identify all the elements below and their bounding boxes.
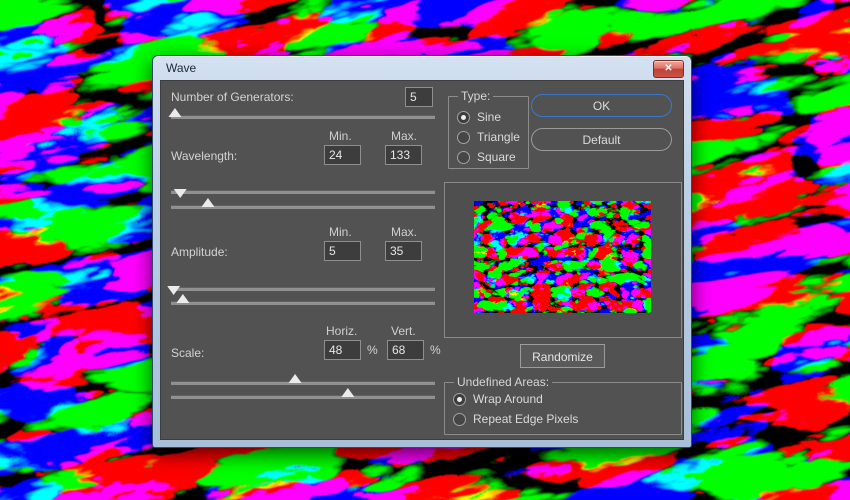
amplitude-min-header: Min.: [329, 225, 352, 239]
amplitude-label: Amplitude:: [171, 245, 228, 259]
scale-horiz-header: Horiz.: [326, 324, 357, 338]
scale-vert-header: Vert.: [391, 324, 416, 338]
scale-label: Scale:: [171, 346, 204, 360]
preview-panel: [444, 182, 682, 338]
undefined-option-repeat-edge[interactable]: Repeat Edge Pixels: [453, 412, 673, 426]
wavelength-min-input[interactable]: [324, 145, 361, 165]
type-group-legend: Type:: [458, 89, 493, 103]
generators-slider-track[interactable]: [171, 115, 435, 119]
scale-horiz-unit: %: [367, 343, 378, 357]
repeat-edge-radio-label: Repeat Edge Pixels: [473, 412, 578, 426]
triangle-radio-button[interactable]: [457, 131, 470, 144]
scale-vert-input[interactable]: [387, 340, 424, 360]
close-icon: ✕: [664, 63, 672, 74]
wave-dialog: Wave ✕ Number of Generators: Min. Max. W…: [152, 55, 692, 448]
scale-vert-slider-track[interactable]: [171, 395, 435, 399]
type-option-square[interactable]: Square: [457, 150, 520, 164]
generators-input[interactable]: [405, 87, 433, 107]
wrap-around-radio-label: Wrap Around: [473, 392, 543, 406]
amplitude-max-input[interactable]: [385, 241, 422, 261]
wavelength-min-slider: [171, 185, 435, 198]
wavelength-min-header: Min.: [329, 129, 352, 143]
amplitude-min-slider: [171, 282, 435, 295]
type-option-sine[interactable]: Sine: [457, 110, 520, 124]
preview-image: [474, 201, 651, 313]
titlebar[interactable]: Wave ✕: [153, 56, 691, 80]
generators-slider: [171, 110, 435, 123]
wavelength-max-slider: [171, 200, 435, 213]
scale-vert-unit: %: [430, 343, 441, 357]
wavelength-label: Wavelength:: [171, 149, 237, 163]
sine-radio-button[interactable]: [457, 111, 470, 124]
wavelength-max-header: Max.: [391, 129, 417, 143]
amplitude-max-slider: [171, 296, 435, 309]
close-button[interactable]: ✕: [653, 60, 684, 78]
amplitude-max-slider-thumb[interactable]: [176, 294, 189, 303]
amplitude-min-slider-track[interactable]: [171, 287, 435, 291]
square-radio-button[interactable]: [457, 151, 470, 164]
scale-vert-slider-thumb[interactable]: [341, 388, 354, 397]
type-group: Type: Sine Triangle Square: [448, 89, 529, 169]
sine-radio-label: Sine: [477, 110, 501, 124]
ok-button[interactable]: OK: [531, 94, 672, 117]
dialog-content: Number of Generators: Min. Max. Waveleng…: [160, 80, 684, 440]
scale-horiz-slider: [171, 376, 435, 389]
randomize-button[interactable]: Randomize: [520, 344, 605, 368]
scale-horiz-slider-track[interactable]: [171, 381, 435, 385]
amplitude-max-slider-track[interactable]: [171, 301, 435, 305]
generators-label: Number of Generators:: [171, 90, 294, 104]
scale-horiz-slider-thumb[interactable]: [289, 374, 302, 383]
preview-artwork: [474, 201, 651, 313]
triangle-radio-label: Triangle: [477, 130, 520, 144]
scale-horiz-input[interactable]: [324, 340, 361, 360]
wavelength-max-input[interactable]: [385, 145, 422, 165]
generators-slider-thumb[interactable]: [168, 108, 181, 117]
default-button[interactable]: Default: [531, 128, 672, 151]
scale-vert-slider: [171, 390, 435, 403]
window-title: Wave: [166, 61, 196, 75]
type-option-triangle[interactable]: Triangle: [457, 130, 520, 144]
undefined-areas-group: Undefined Areas: Wrap Around Repeat Edge…: [444, 375, 682, 435]
square-radio-label: Square: [477, 150, 516, 164]
wavelength-max-slider-thumb[interactable]: [201, 198, 214, 207]
wavelength-min-slider-track[interactable]: [171, 190, 435, 194]
wrap-around-radio-button[interactable]: [453, 393, 466, 406]
undefined-option-wrap-around[interactable]: Wrap Around: [453, 392, 673, 406]
amplitude-min-input[interactable]: [324, 241, 361, 261]
repeat-edge-radio-button[interactable]: [453, 413, 466, 426]
amplitude-max-header: Max.: [391, 225, 417, 239]
undefined-areas-legend: Undefined Areas:: [454, 375, 552, 389]
